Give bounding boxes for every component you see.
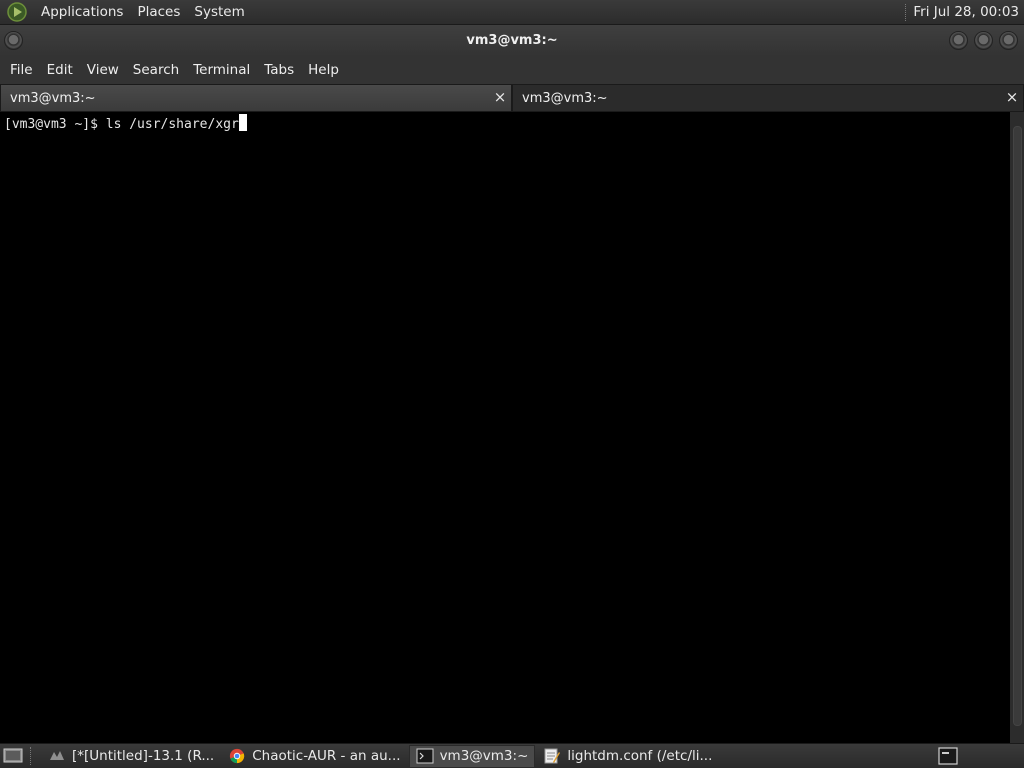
command-text: [vm3@vm3 ~]$ ls /usr/share/xgr <box>4 117 239 132</box>
show-desktop-icon[interactable] <box>2 746 24 766</box>
clock[interactable]: Fri Jul 28, 00:03 <box>913 4 1024 20</box>
distro-logo-icon[interactable] <box>6 1 28 23</box>
task-text-editor[interactable]: lightdm.conf (/etc/li... <box>537 745 718 768</box>
text-cursor <box>238 114 247 131</box>
tab-bar: vm3@vm3:~ × vm3@vm3:~ × <box>0 84 1024 112</box>
applications-menu[interactable]: Applications <box>34 0 130 25</box>
menubar: File Edit View Search Terminal Tabs Help <box>0 56 1024 84</box>
task-label: [*[Untitled]-13.1 (R... <box>72 748 215 764</box>
panel-separator <box>905 3 907 21</box>
places-menu[interactable]: Places <box>130 0 187 25</box>
chrome-icon <box>230 748 245 764</box>
task-label: Chaotic-AUR - an au... <box>252 748 401 764</box>
image-editor-icon <box>50 751 64 760</box>
bottom-taskbar: [*[Untitled]-13.1 (R... Chaotic-AUR - an… <box>0 743 1024 768</box>
tray-terminal-icon[interactable] <box>938 747 958 765</box>
menu-search[interactable]: Search <box>126 56 186 84</box>
top-panel: Applications Places System Fri Jul 28, 0… <box>0 0 1024 25</box>
window-titlebar[interactable]: vm3@vm3:~ <box>0 25 1024 56</box>
tab-2[interactable]: vm3@vm3:~ × <box>512 84 1024 112</box>
terminal-area[interactable]: [vm3@vm3 ~]$ ls /usr/share/xgr <box>0 112 1010 743</box>
menu-file[interactable]: File <box>3 56 40 84</box>
window-menu-icon[interactable] <box>4 31 23 50</box>
terminal-scrollbar[interactable] <box>1010 112 1024 743</box>
system-menu[interactable]: System <box>187 0 251 25</box>
text-editor-icon <box>544 748 561 764</box>
tab-label: vm3@vm3:~ <box>10 90 96 106</box>
terminal-icon <box>416 748 434 764</box>
scrollbar-thumb[interactable] <box>1013 126 1022 726</box>
window-title: vm3@vm3:~ <box>466 33 558 48</box>
menu-tabs[interactable]: Tabs <box>257 56 301 84</box>
task-gimp[interactable]: [*[Untitled]-13.1 (R... <box>42 745 220 768</box>
menu-view[interactable]: View <box>80 56 126 84</box>
close-window-icon[interactable] <box>999 31 1018 50</box>
tab-close-icon[interactable]: × <box>1005 90 1019 105</box>
panel-right-area: Fri Jul 28, 00:03 <box>905 0 1024 25</box>
taskbar-separator <box>30 747 36 765</box>
tab-1[interactable]: vm3@vm3:~ × <box>0 84 512 112</box>
minimize-icon[interactable] <box>949 31 968 50</box>
maximize-icon[interactable] <box>974 31 993 50</box>
menu-help[interactable]: Help <box>301 56 346 84</box>
terminal-line: [vm3@vm3 ~]$ ls /usr/share/xgr <box>4 114 247 134</box>
task-label: lightdm.conf (/etc/li... <box>567 748 713 764</box>
task-terminal[interactable]: vm3@vm3:~ <box>408 744 536 768</box>
tab-label: vm3@vm3:~ <box>522 90 608 106</box>
menu-terminal[interactable]: Terminal <box>186 56 257 84</box>
task-chrome[interactable]: Chaotic-AUR - an au... <box>222 745 406 768</box>
menu-edit[interactable]: Edit <box>40 56 80 84</box>
task-label: vm3@vm3:~ <box>439 748 529 764</box>
tab-close-icon[interactable]: × <box>493 90 507 105</box>
